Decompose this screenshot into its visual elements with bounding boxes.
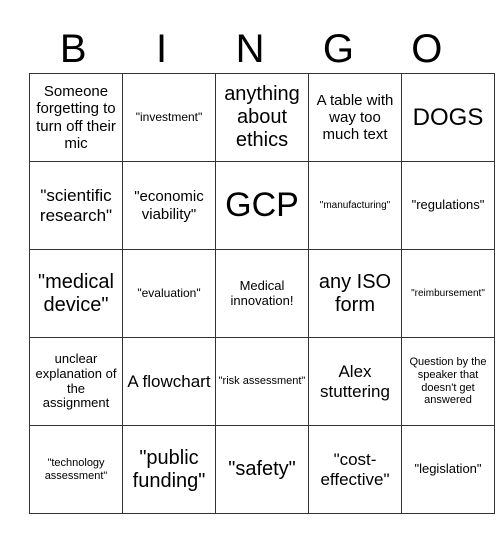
- header-letter-n: N: [235, 27, 265, 71]
- bingo-cell[interactable]: "risk assessment": [215, 337, 309, 426]
- bingo-cell[interactable]: GCP: [215, 161, 309, 250]
- bingo-cell[interactable]: "investment": [122, 73, 216, 162]
- bingo-cell[interactable]: A flowchart: [122, 337, 216, 426]
- header-letter-g: G: [322, 27, 354, 71]
- grid-row: Someone forgetting to turn off their mic…: [29, 73, 495, 162]
- bingo-cell[interactable]: A table with way too much text: [308, 73, 402, 162]
- grid-row: "medical device" "evaluation" Medical in…: [29, 249, 495, 338]
- bingo-cell[interactable]: "scientific research": [29, 161, 123, 250]
- grid-row: unclear explanation of the assignment A …: [29, 337, 495, 426]
- bingo-cell[interactable]: "medical device": [29, 249, 123, 338]
- bingo-cell[interactable]: "cost-effective": [308, 425, 402, 514]
- bingo-header: B I N G O: [29, 26, 471, 72]
- bingo-grid: Someone forgetting to turn off their mic…: [29, 73, 495, 514]
- bingo-cell[interactable]: "public funding": [122, 425, 216, 514]
- bingo-cell[interactable]: "manufacturing": [308, 161, 402, 250]
- bingo-cell[interactable]: "evaluation": [122, 249, 216, 338]
- bingo-cell[interactable]: Alex stuttering: [308, 337, 402, 426]
- bingo-cell[interactable]: unclear explanation of the assignment: [29, 337, 123, 426]
- bingo-cell[interactable]: any ISO form: [308, 249, 402, 338]
- bingo-cell[interactable]: "safety": [215, 425, 309, 514]
- bingo-cell[interactable]: DOGS: [401, 73, 495, 162]
- bingo-cell[interactable]: "technology assessment": [29, 425, 123, 514]
- header-letter-i: I: [156, 27, 168, 71]
- bingo-cell[interactable]: "economic viability": [122, 161, 216, 250]
- header-letter-b: B: [59, 27, 87, 71]
- bingo-cell[interactable]: Question by the speaker that doesn't get…: [401, 337, 495, 426]
- bingo-cell[interactable]: "reimbursement": [401, 249, 495, 338]
- bingo-cell[interactable]: "legislation": [401, 425, 495, 514]
- grid-row: "scientific research" "economic viabilit…: [29, 161, 495, 250]
- header-letter-o: O: [411, 27, 443, 71]
- bingo-cell[interactable]: Someone forgetting to turn off their mic: [29, 73, 123, 162]
- bingo-cell[interactable]: Medical innovation!: [215, 249, 309, 338]
- bingo-cell[interactable]: anything about ethics: [215, 73, 309, 162]
- grid-row: "technology assessment" "public funding"…: [29, 425, 495, 514]
- bingo-cell[interactable]: "regulations": [401, 161, 495, 250]
